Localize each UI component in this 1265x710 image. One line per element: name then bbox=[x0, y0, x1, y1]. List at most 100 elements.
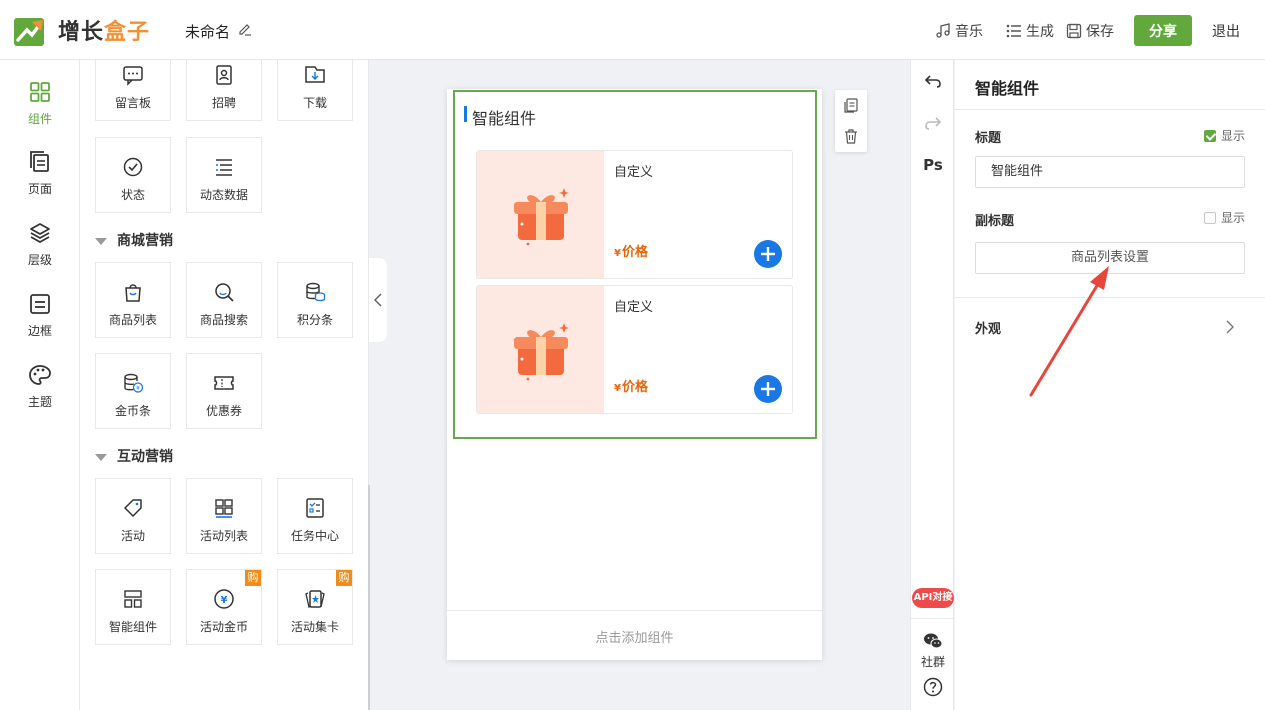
product-price: ¥价格 bbox=[614, 245, 648, 260]
nav-border[interactable]: 边框 bbox=[0, 292, 80, 339]
tile-activity-cards[interactable]: 购 活动集卡 bbox=[277, 569, 353, 645]
tile-coupon[interactable]: 优惠券 bbox=[186, 353, 262, 429]
panel-scrollbar[interactable] bbox=[368, 485, 370, 710]
subtitle-show-checkbox[interactable]: 显示 bbox=[1204, 209, 1245, 226]
gift-icon bbox=[514, 188, 569, 246]
tool-strip: Ps API对接 社群 bbox=[910, 60, 955, 710]
divider bbox=[955, 297, 1265, 298]
widget-title-accent bbox=[464, 106, 467, 122]
database-icon bbox=[306, 282, 326, 302]
tile-download[interactable]: 下载 bbox=[277, 60, 353, 121]
recruit-icon bbox=[216, 65, 232, 85]
collapse-triangle-icon bbox=[95, 453, 107, 461]
download-icon bbox=[305, 66, 325, 83]
tile-points-bar[interactable]: 积分条 bbox=[277, 262, 353, 338]
component-panel: 留言板 招聘 下载 状态 动态数据 商城营销 商品列表 商品搜索 积分条 ¥ 金… bbox=[80, 60, 369, 710]
svg-text:¥: ¥ bbox=[221, 595, 228, 606]
tile-coin-bar[interactable]: ¥ 金币条 bbox=[95, 353, 171, 429]
product-name: 自定义 bbox=[614, 165, 654, 180]
status-check-icon bbox=[123, 157, 143, 177]
product-name: 自定义 bbox=[614, 300, 654, 315]
tag-icon bbox=[124, 499, 142, 517]
divider bbox=[911, 618, 955, 619]
shopping-bag-icon bbox=[125, 284, 141, 302]
tile-status[interactable]: 状态 bbox=[95, 137, 171, 213]
photoshop-import-button[interactable]: Ps bbox=[911, 156, 955, 174]
title-input[interactable]: 智能组件 bbox=[975, 156, 1245, 188]
tile-recruit[interactable]: 招聘 bbox=[186, 60, 262, 121]
dynamic-data-icon bbox=[216, 159, 232, 176]
add-component-button[interactable]: 点击添加组件 bbox=[447, 627, 822, 646]
add-to-cart-button[interactable] bbox=[754, 375, 782, 403]
appearance-section[interactable]: 外观 bbox=[975, 318, 1001, 337]
help-icon[interactable] bbox=[923, 677, 943, 697]
save-icon bbox=[1066, 23, 1082, 39]
checkbox-checked[interactable] bbox=[1204, 129, 1216, 142]
save-button[interactable]: 保存 bbox=[1066, 21, 1114, 41]
message-board-icon bbox=[123, 66, 143, 86]
edit-icon[interactable] bbox=[238, 22, 252, 36]
title-show-checkbox[interactable]: 显示 bbox=[1204, 127, 1245, 144]
buy-badge: 购 bbox=[336, 570, 352, 586]
wechat-icon[interactable] bbox=[923, 631, 943, 651]
product-card[interactable]: 自定义 ¥价格 bbox=[476, 285, 793, 414]
exit-button[interactable]: 退出 bbox=[1212, 21, 1240, 41]
widget-title: 智能组件 bbox=[472, 109, 537, 128]
logo-icon bbox=[14, 18, 44, 46]
product-card[interactable]: 自定义 ¥价格 bbox=[476, 150, 793, 279]
activity-list-icon bbox=[215, 499, 233, 518]
widget-toolbar bbox=[835, 90, 867, 152]
tile-message-board[interactable]: 留言板 bbox=[95, 60, 171, 121]
redo-icon[interactable] bbox=[923, 114, 943, 134]
tile-activity[interactable]: 活动 bbox=[95, 478, 171, 554]
checkbox-unchecked[interactable] bbox=[1204, 211, 1216, 224]
panel-title: 智能组件 bbox=[975, 79, 1040, 98]
buy-badge: 购 bbox=[245, 570, 261, 586]
divider bbox=[447, 610, 822, 611]
left-nav: 组件 页面 层级 边框 主题 bbox=[0, 60, 80, 710]
product-image bbox=[477, 151, 604, 278]
nav-layers[interactable]: 层级 bbox=[0, 221, 80, 268]
generate-button[interactable]: 生成 bbox=[1006, 21, 1054, 41]
chevron-left-icon bbox=[373, 293, 382, 307]
undo-icon[interactable] bbox=[923, 72, 943, 92]
music-button[interactable]: 音乐 bbox=[935, 21, 983, 41]
subtitle-label: 副标题 bbox=[975, 214, 1015, 229]
product-list-settings-button[interactable]: 商品列表设置 bbox=[975, 242, 1245, 274]
share-button[interactable]: 分享 bbox=[1134, 15, 1192, 46]
tile-task-center[interactable]: 任务中心 bbox=[277, 478, 353, 554]
top-bar: 增长盒子 未命名 音乐 生成 保存 分享 退出 bbox=[0, 0, 1265, 60]
collapse-triangle-icon bbox=[95, 237, 107, 245]
trash-icon[interactable] bbox=[843, 128, 859, 144]
social-group-label[interactable]: 社群 bbox=[911, 653, 955, 670]
tile-dynamic-data[interactable]: 动态数据 bbox=[186, 137, 262, 213]
palette-icon bbox=[29, 365, 51, 385]
nav-theme[interactable]: 主题 bbox=[0, 363, 80, 410]
logo-text: 增长盒子 bbox=[58, 20, 151, 45]
plus-icon bbox=[761, 382, 775, 396]
add-to-cart-button[interactable] bbox=[754, 240, 782, 268]
api-integration-badge[interactable]: API对接 bbox=[912, 588, 954, 608]
section-interactive-marketing[interactable]: 互动营销 bbox=[95, 446, 173, 466]
border-icon bbox=[30, 294, 50, 314]
properties-panel: 智能组件 标题 显示 智能组件 副标题 显示 商品列表设置 外观 bbox=[955, 60, 1265, 710]
music-icon bbox=[936, 23, 950, 38]
pages-icon bbox=[30, 151, 49, 172]
section-mall-marketing[interactable]: 商城营销 bbox=[95, 230, 173, 250]
document-title[interactable]: 未命名 bbox=[185, 21, 230, 42]
copy-icon[interactable] bbox=[843, 97, 859, 113]
tile-product-list[interactable]: 商品列表 bbox=[95, 262, 171, 338]
collapse-panel-button[interactable] bbox=[369, 258, 387, 342]
list-icon bbox=[1006, 24, 1021, 38]
tile-activity-coins[interactable]: 购 ¥ 活动金币 bbox=[186, 569, 262, 645]
tile-product-search[interactable]: 商品搜索 bbox=[186, 262, 262, 338]
nav-pages[interactable]: 页面 bbox=[0, 150, 80, 197]
chevron-right-icon[interactable] bbox=[1225, 320, 1235, 334]
tile-activity-list[interactable]: 活动列表 bbox=[186, 478, 262, 554]
coupon-icon bbox=[214, 376, 234, 390]
plus-icon bbox=[761, 247, 775, 261]
divider bbox=[955, 109, 1265, 110]
tile-smart-component[interactable]: 智能组件 bbox=[95, 569, 171, 645]
layers-icon bbox=[30, 223, 50, 244]
nav-components[interactable]: 组件 bbox=[0, 80, 80, 127]
